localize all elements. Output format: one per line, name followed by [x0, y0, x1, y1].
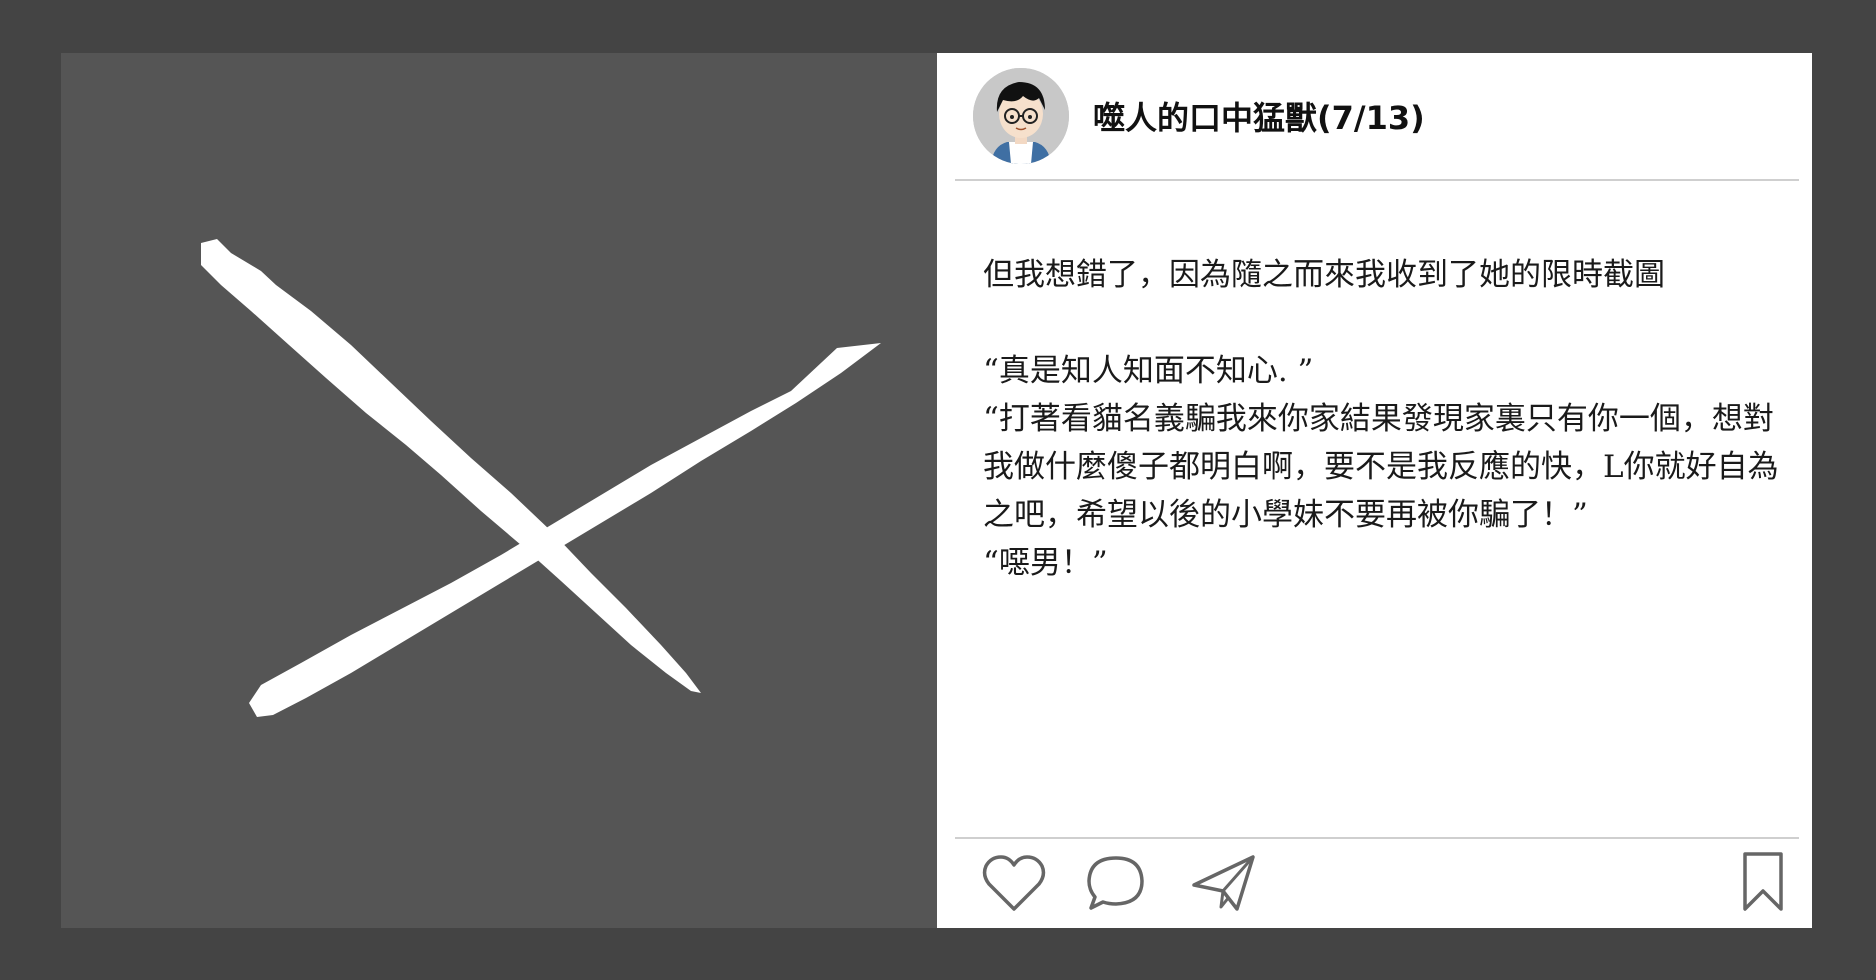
post-caption: 但我想錯了，因為隨之而來我收到了她的限時截圖 “真是知人知面不知心. ” “打著… — [983, 251, 1783, 587]
caption-line: 但我想錯了，因為隨之而來我收到了她的限時截圖 — [983, 257, 1665, 293]
caption-line: “真是知人知面不知心. ” — [983, 353, 1314, 389]
avatar[interactable] — [973, 68, 1069, 164]
paper-plane-icon[interactable] — [1191, 853, 1257, 913]
caption-line: “打著看貓名義騙我來你家結果發現家裏只有你一個，想對我做什麼傻子都明白啊，要不是… — [983, 401, 1779, 533]
bookmark-icon[interactable] — [1741, 851, 1785, 913]
post-image — [61, 53, 937, 928]
post-card: 噬人的口中猛獸(7/13) 但我想錯了，因為隨之而來我收到了她的限時截圖 “真是… — [61, 53, 1812, 928]
avatar-illustration — [973, 68, 1069, 164]
username[interactable]: 噬人的口中猛獸(7/13) — [1093, 93, 1425, 139]
post-header: 噬人的口中猛獸(7/13) — [955, 53, 1799, 181]
x-mark-brush-icon — [201, 239, 881, 717]
post-panel: 噬人的口中猛獸(7/13) 但我想錯了，因為隨之而來我收到了她的限時截圖 “真是… — [937, 53, 1812, 928]
action-bar — [955, 837, 1799, 930]
caption-line: “噁男！” — [983, 545, 1108, 581]
comment-bubble-icon[interactable] — [1085, 853, 1147, 913]
heart-icon[interactable] — [981, 853, 1047, 913]
